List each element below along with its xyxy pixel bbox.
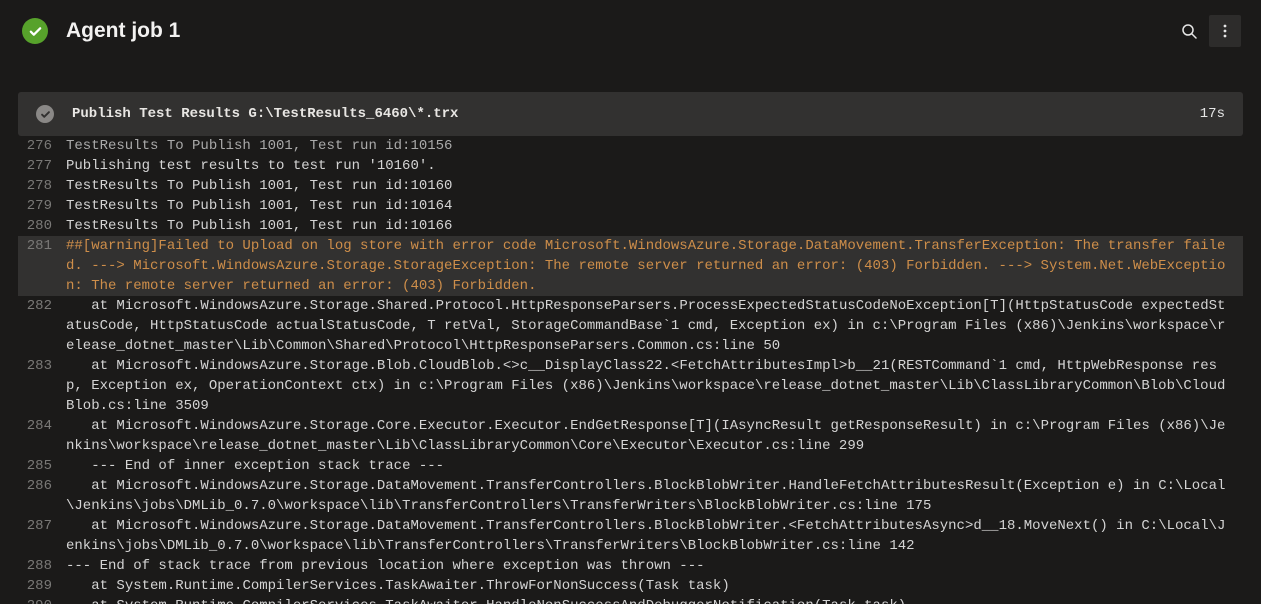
task-status-success-icon — [36, 105, 54, 123]
line-number: 287 — [18, 516, 66, 536]
task-title: Publish Test Results G:\TestResults_6460… — [72, 106, 1200, 122]
task-header[interactable]: Publish Test Results G:\TestResults_6460… — [18, 92, 1243, 136]
line-text: at Microsoft.WindowsAzure.Storage.Shared… — [66, 296, 1243, 356]
line-text: TestResults To Publish 1001, Test run id… — [66, 196, 1243, 216]
job-header: Agent job 1 — [0, 0, 1261, 62]
line-number: 280 — [18, 216, 66, 236]
line-text: at Microsoft.WindowsAzure.Storage.Blob.C… — [66, 356, 1243, 416]
log-line[interactable]: 276TestResults To Publish 1001, Test run… — [18, 136, 1243, 156]
header-actions — [1173, 15, 1241, 47]
log-line[interactable]: 279TestResults To Publish 1001, Test run… — [18, 196, 1243, 216]
line-number: 279 — [18, 196, 66, 216]
log-line[interactable]: 277Publishing test results to test run '… — [18, 156, 1243, 176]
line-number: 290 — [18, 596, 66, 604]
log-line[interactable]: 284 at Microsoft.WindowsAzure.Storage.Co… — [18, 416, 1243, 456]
more-options-button[interactable] — [1209, 15, 1241, 47]
kebab-icon — [1217, 23, 1233, 39]
line-text: at Microsoft.WindowsAzure.Storage.Core.E… — [66, 416, 1243, 456]
line-number: 282 — [18, 296, 66, 316]
line-number: 289 — [18, 576, 66, 596]
job-status-success-icon — [22, 18, 48, 44]
line-text: TestResults To Publish 1001, Test run id… — [66, 176, 1243, 196]
line-number: 277 — [18, 156, 66, 176]
line-number: 281 — [18, 236, 66, 256]
check-icon — [40, 109, 51, 120]
log-line[interactable]: 289 at System.Runtime.CompilerServices.T… — [18, 576, 1243, 596]
job-title: Agent job 1 — [66, 19, 1173, 43]
line-number: 286 — [18, 476, 66, 496]
line-number: 285 — [18, 456, 66, 476]
log-line[interactable]: 283 at Microsoft.WindowsAzure.Storage.Bl… — [18, 356, 1243, 416]
task-duration: 17s — [1200, 106, 1225, 122]
line-number: 284 — [18, 416, 66, 436]
line-text: --- End of stack trace from previous loc… — [66, 556, 1243, 576]
line-text: Publishing test results to test run '101… — [66, 156, 1243, 176]
log-line[interactable]: 286 at Microsoft.WindowsAzure.Storage.Da… — [18, 476, 1243, 516]
check-icon — [28, 24, 43, 39]
line-text: at System.Runtime.CompilerServices.TaskA… — [66, 576, 1243, 596]
log-line[interactable]: 281##[warning]Failed to Upload on log st… — [18, 236, 1243, 296]
line-text: ##[warning]Failed to Upload on log store… — [66, 236, 1243, 296]
line-number: 283 — [18, 356, 66, 376]
log-line[interactable]: 290 at System.Runtime.CompilerServices.T… — [18, 596, 1243, 604]
line-text: at Microsoft.WindowsAzure.Storage.DataMo… — [66, 476, 1243, 516]
line-number: 288 — [18, 556, 66, 576]
line-text: at System.Runtime.CompilerServices.TaskA… — [66, 596, 1243, 604]
line-text: --- End of inner exception stack trace -… — [66, 456, 1243, 476]
log-line[interactable]: 278TestResults To Publish 1001, Test run… — [18, 176, 1243, 196]
search-button[interactable] — [1173, 15, 1205, 47]
line-text: TestResults To Publish 1001, Test run id… — [66, 216, 1243, 236]
search-icon — [1181, 23, 1197, 39]
log-line[interactable]: 287 at Microsoft.WindowsAzure.Storage.Da… — [18, 516, 1243, 556]
line-number: 276 — [18, 136, 66, 156]
line-number: 278 — [18, 176, 66, 196]
line-text: at Microsoft.WindowsAzure.Storage.DataMo… — [66, 516, 1243, 556]
log-line[interactable]: 282 at Microsoft.WindowsAzure.Storage.Sh… — [18, 296, 1243, 356]
line-text: TestResults To Publish 1001, Test run id… — [66, 136, 1243, 156]
log-line[interactable]: 280TestResults To Publish 1001, Test run… — [18, 216, 1243, 236]
log-line[interactable]: 285 --- End of inner exception stack tra… — [18, 456, 1243, 476]
log-output[interactable]: 276TestResults To Publish 1001, Test run… — [18, 136, 1243, 604]
log-line[interactable]: 288--- End of stack trace from previous … — [18, 556, 1243, 576]
